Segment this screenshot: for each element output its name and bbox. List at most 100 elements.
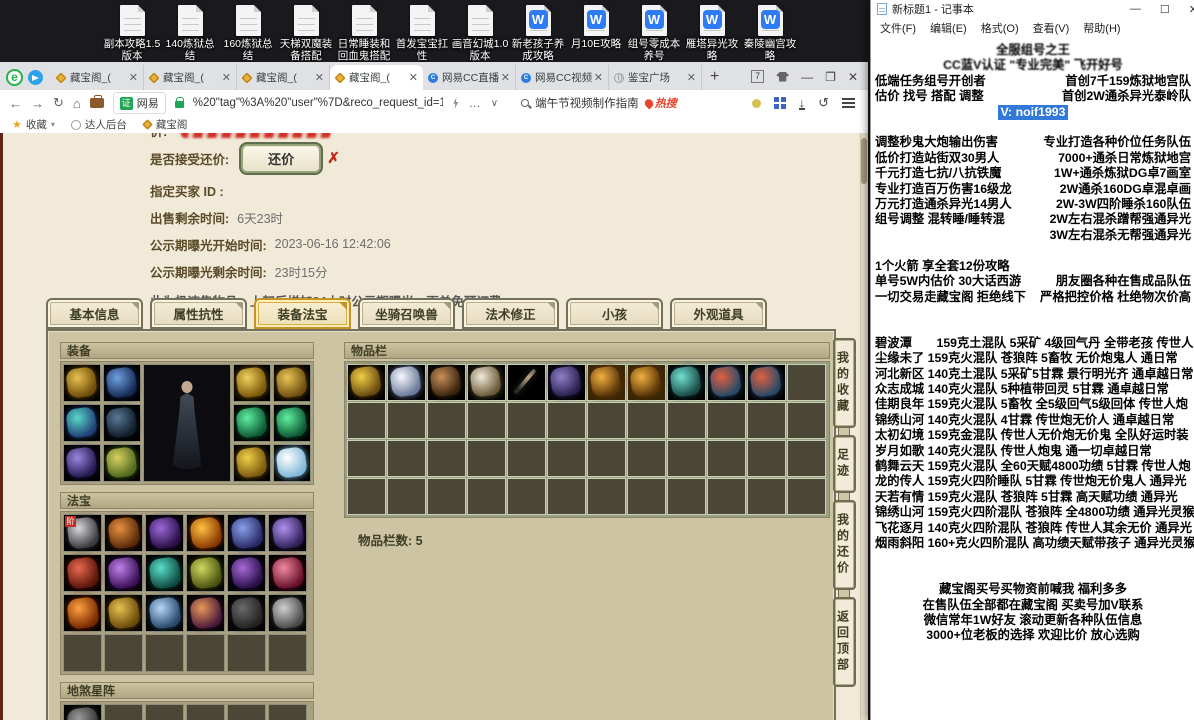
browser-logo-icon[interactable]: e — [6, 69, 23, 86]
equip-slot[interactable] — [103, 404, 141, 442]
item-slot[interactable] — [427, 478, 466, 515]
equip-slot[interactable] — [103, 364, 141, 402]
fabao-slot[interactable] — [227, 554, 266, 592]
reload-button[interactable]: ↻ — [53, 95, 64, 111]
fabao-slot[interactable] — [104, 554, 143, 592]
home-button[interactable]: ⌂ — [73, 96, 81, 111]
side-tab-返回顶部[interactable]: 返回顶部 — [833, 597, 856, 687]
item-slot[interactable] — [347, 364, 386, 401]
fabao-slot[interactable] — [268, 554, 307, 592]
item-slot[interactable] — [347, 402, 386, 439]
disha-slot[interactable] — [268, 704, 307, 720]
desktop-icon[interactable]: 160炼狱总结 — [219, 5, 277, 62]
item-slot[interactable] — [667, 440, 706, 477]
fabao-slot[interactable] — [104, 594, 143, 632]
item-slot[interactable] — [507, 364, 546, 401]
side-tab-我的还价[interactable]: 我的还价 — [833, 500, 856, 590]
notepad-close-button[interactable]: ✕ — [1189, 3, 1194, 16]
item-slot[interactable] — [707, 478, 746, 515]
desktop-icon[interactable]: 秦陵幽宫攻略 — [741, 5, 799, 62]
fabao-slot[interactable] — [145, 554, 184, 592]
menu-文件(F)[interactable]: 文件(F) — [874, 20, 922, 36]
chevron-down-icon[interactable]: ∨ — [491, 98, 498, 109]
download-icon[interactable]: ↓ — [799, 97, 806, 110]
fabao-slot[interactable] — [268, 514, 307, 552]
desktop-icon[interactable]: 组号零成本养号 — [625, 5, 683, 62]
menu-查看(V)[interactable]: 查看(V) — [1027, 20, 1076, 36]
restore-tabs-icon[interactable]: ↺ — [818, 95, 829, 111]
notepad-text-area[interactable]: 全服组号之王CC蓝V认证 "专业完美" 飞开好号低端任务组号开创者首创7千159… — [871, 37, 1194, 644]
menu-icon[interactable] — [842, 98, 855, 100]
item-slot[interactable] — [707, 402, 746, 439]
disha-slot[interactable] — [186, 704, 225, 720]
equip-slot[interactable] — [273, 444, 311, 482]
disha-slot[interactable] — [104, 704, 143, 720]
item-slot[interactable] — [627, 440, 666, 477]
scrollbar-thumb[interactable] — [861, 138, 867, 184]
back-button[interactable]: ← — [9, 96, 22, 111]
item-slot[interactable] — [427, 364, 466, 401]
item-slot[interactable] — [467, 364, 506, 401]
equip-slot[interactable] — [233, 404, 271, 442]
item-slot[interactable] — [467, 440, 506, 477]
item-slot[interactable] — [787, 364, 826, 401]
item-slot[interactable] — [587, 402, 626, 439]
equip-slot[interactable] — [103, 444, 141, 482]
fabao-slot[interactable] — [104, 514, 143, 552]
fabao-slot[interactable] — [268, 634, 307, 672]
fabao-slot[interactable] — [227, 594, 266, 632]
fabao-slot[interactable] — [268, 594, 307, 632]
fabao-slot[interactable] — [186, 594, 225, 632]
item-slot[interactable] — [467, 478, 506, 515]
tab-close-icon[interactable]: ✕ — [685, 71, 696, 84]
item-slot[interactable] — [387, 402, 426, 439]
browser-tab[interactable]: 藏宝阁_(✕ — [330, 65, 423, 90]
item-slot[interactable] — [787, 440, 826, 477]
site-cert-badge[interactable]: 证 网易 — [113, 92, 166, 114]
bookmark-item[interactable]: 达人后台 — [71, 117, 127, 132]
equip-slot[interactable] — [63, 404, 101, 442]
item-slot[interactable] — [747, 440, 786, 477]
search-suggestion[interactable]: 端午节视频制作指南 — [535, 95, 639, 111]
close-button[interactable]: ✕ — [848, 71, 858, 83]
fabao-slot[interactable] — [227, 514, 266, 552]
browser-tab[interactable]: 藏宝阁_(✕ — [144, 65, 237, 90]
item-slot[interactable] — [467, 402, 506, 439]
disha-slot[interactable] — [145, 704, 184, 720]
item-slot[interactable] — [427, 440, 466, 477]
item-slot[interactable] — [707, 440, 746, 477]
disha-slot[interactable] — [63, 704, 102, 720]
equip-slot[interactable] — [63, 364, 101, 402]
equip-slot[interactable] — [233, 364, 271, 402]
item-slot[interactable] — [547, 364, 586, 401]
menu-帮助(H)[interactable]: 帮助(H) — [1077, 20, 1126, 36]
bookmark-item[interactable]: 藏宝阁 — [143, 117, 188, 132]
more-extensions-icon[interactable]: … — [469, 96, 482, 110]
tab-小孩[interactable]: 小孩 — [566, 298, 663, 329]
equip-slot[interactable] — [63, 444, 101, 482]
fabao-slot[interactable] — [63, 634, 102, 672]
browser-tab[interactable]: 藏宝阁_(✕ — [237, 65, 330, 90]
side-tab-足迹[interactable]: 足迹 — [833, 435, 856, 493]
item-slot[interactable] — [387, 364, 426, 401]
item-slot[interactable] — [747, 478, 786, 515]
fabao-slot[interactable] — [145, 514, 184, 552]
item-slot[interactable] — [547, 478, 586, 515]
counter-offer-button[interactable]: 还价 — [239, 142, 323, 175]
fabao-slot[interactable] — [145, 594, 184, 632]
notepad-maximize-button[interactable]: ☐ — [1160, 3, 1170, 16]
tab-close-icon[interactable]: ✕ — [220, 71, 231, 84]
toolbox-icon[interactable] — [90, 98, 104, 108]
item-slot[interactable] — [387, 440, 426, 477]
item-slot[interactable] — [547, 402, 586, 439]
desktop-icon[interactable]: 月10E攻略 — [567, 5, 625, 62]
bookmark-item[interactable]: ★收藏▾ — [12, 117, 55, 132]
item-slot[interactable] — [547, 440, 586, 477]
search-box[interactable]: 端午节视频制作指南 热搜 — [521, 95, 677, 111]
skin-theme-icon[interactable] — [776, 72, 789, 82]
fabao-slot[interactable] — [186, 634, 225, 672]
item-slot[interactable] — [387, 478, 426, 515]
tab-close-icon[interactable]: ✕ — [407, 71, 418, 84]
item-slot[interactable] — [587, 364, 626, 401]
fabao-slot[interactable] — [186, 514, 225, 552]
